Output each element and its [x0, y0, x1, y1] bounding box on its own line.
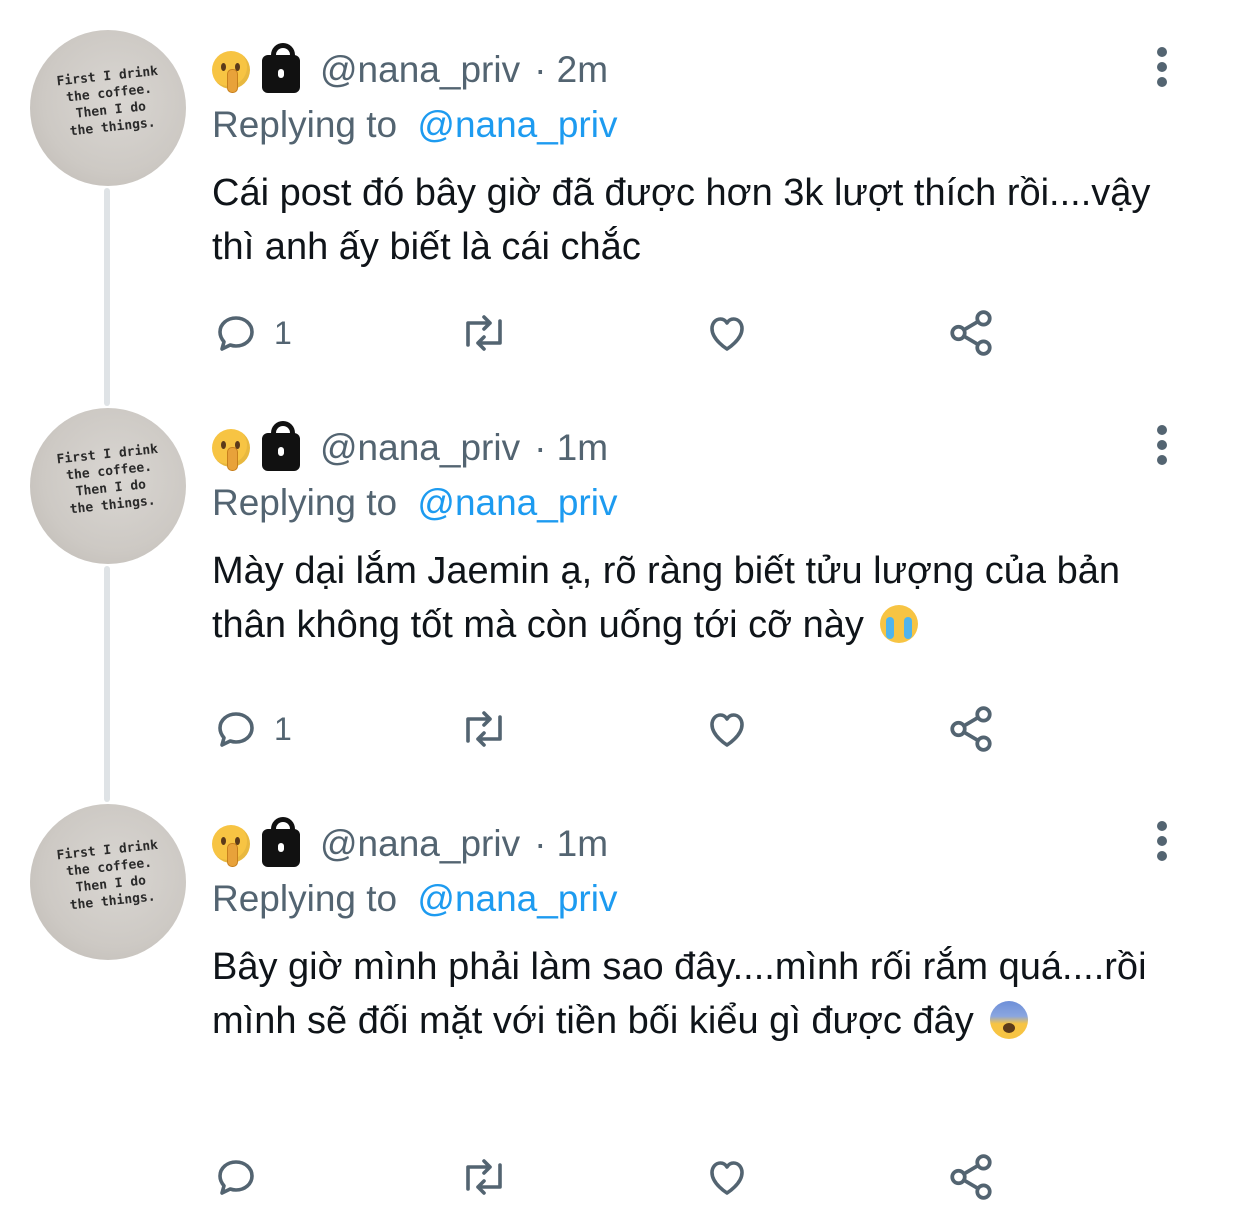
retweet-icon [466, 711, 502, 747]
replying-prefix: Replying to [212, 482, 398, 523]
tweet-header: @nana_priv · 2m [212, 43, 608, 94]
retweet-icon [466, 315, 502, 351]
tweet-text: Bây giờ mình phải làm sao đây....mình rố… [212, 940, 1202, 1048]
replying-prefix: Replying to [212, 878, 398, 919]
tweet-text: Mày dại lắm Jaemin ạ, rõ ràng biết tửu l… [212, 544, 1202, 652]
like-icon [710, 1161, 744, 1195]
reply-icon [218, 316, 254, 351]
tweet-time[interactable]: · 1m [534, 823, 608, 865]
shushing-face-icon [212, 825, 250, 867]
avatar-mug-text: First I drink the coffee. Then I do the … [55, 63, 159, 140]
mention-link[interactable]: @nana_priv [417, 878, 617, 919]
share-button[interactable] [946, 1152, 996, 1202]
thread-connector [104, 566, 110, 802]
lock-icon [262, 43, 300, 93]
tweet-text-content: Cái post đó bây giờ đã được hơn 3k lượt … [212, 172, 1151, 268]
replying-to: Replying to @nana_priv [212, 102, 617, 148]
like-button[interactable] [702, 308, 752, 358]
shushing-face-icon [212, 51, 250, 93]
user-handle[interactable]: @nana_priv [320, 49, 520, 91]
tweet-actions [212, 1152, 1012, 1202]
avatar[interactable]: First I drink the coffee. Then I do the … [30, 408, 186, 564]
retweet-button[interactable] [456, 1152, 512, 1202]
like-icon [710, 713, 744, 747]
more-icon[interactable] [1150, 47, 1174, 87]
tweet-time[interactable]: · 2m [534, 49, 608, 91]
reply-count: 1 [274, 710, 292, 747]
tweet-actions: 1 [212, 704, 1012, 754]
retweet-button[interactable] [456, 308, 512, 358]
like-icon [710, 317, 744, 351]
tweet-text-content: Mày dại lắm Jaemin ạ, rõ ràng biết tửu l… [212, 550, 1121, 646]
avatar-mug-text: First I drink the coffee. Then I do the … [55, 837, 159, 914]
reply-count: 1 [274, 314, 292, 351]
tweet-header: @nana_priv · 1m [212, 817, 608, 868]
mention-link[interactable]: @nana_priv [417, 482, 617, 523]
reply-button[interactable]: 1 [212, 308, 292, 358]
reply-button[interactable]: 1 [212, 704, 292, 754]
fearful-face-icon [990, 1001, 1029, 1039]
share-button[interactable] [946, 704, 996, 754]
replying-prefix: Replying to [212, 104, 398, 145]
avatar[interactable]: First I drink the coffee. Then I do the … [30, 30, 186, 186]
more-icon[interactable] [1150, 821, 1174, 861]
like-button[interactable] [702, 1152, 752, 1202]
shushing-face-icon [212, 429, 250, 471]
lock-icon [262, 817, 300, 867]
thread-connector [104, 188, 110, 406]
reply-icon [218, 712, 254, 747]
tweet-text: Cái post đó bây giờ đã được hơn 3k lượt … [212, 166, 1202, 274]
reply-icon [218, 1160, 254, 1195]
avatar[interactable]: First I drink the coffee. Then I do the … [30, 804, 186, 960]
more-icon[interactable] [1150, 425, 1174, 465]
user-handle[interactable]: @nana_priv [320, 427, 520, 469]
avatar-mug-text: First I drink the coffee. Then I do the … [55, 441, 159, 518]
mention-link[interactable]: @nana_priv [417, 104, 617, 145]
lock-icon [262, 421, 300, 471]
share-icon [950, 1154, 992, 1200]
retweet-icon [466, 1159, 502, 1195]
like-button[interactable] [702, 704, 752, 754]
tweet-time[interactable]: · 1m [534, 427, 608, 469]
user-handle[interactable]: @nana_priv [320, 823, 520, 865]
tweet-actions: 1 [212, 308, 1012, 358]
retweet-button[interactable] [456, 704, 512, 754]
share-icon [950, 310, 992, 356]
reply-button[interactable] [212, 1152, 274, 1202]
loudly-crying-face-icon [880, 605, 919, 643]
tweet-header: @nana_priv · 1m [212, 421, 608, 472]
share-icon [950, 706, 992, 752]
replying-to: Replying to @nana_priv [212, 480, 617, 526]
share-button[interactable] [946, 308, 996, 358]
replying-to: Replying to @nana_priv [212, 876, 617, 922]
